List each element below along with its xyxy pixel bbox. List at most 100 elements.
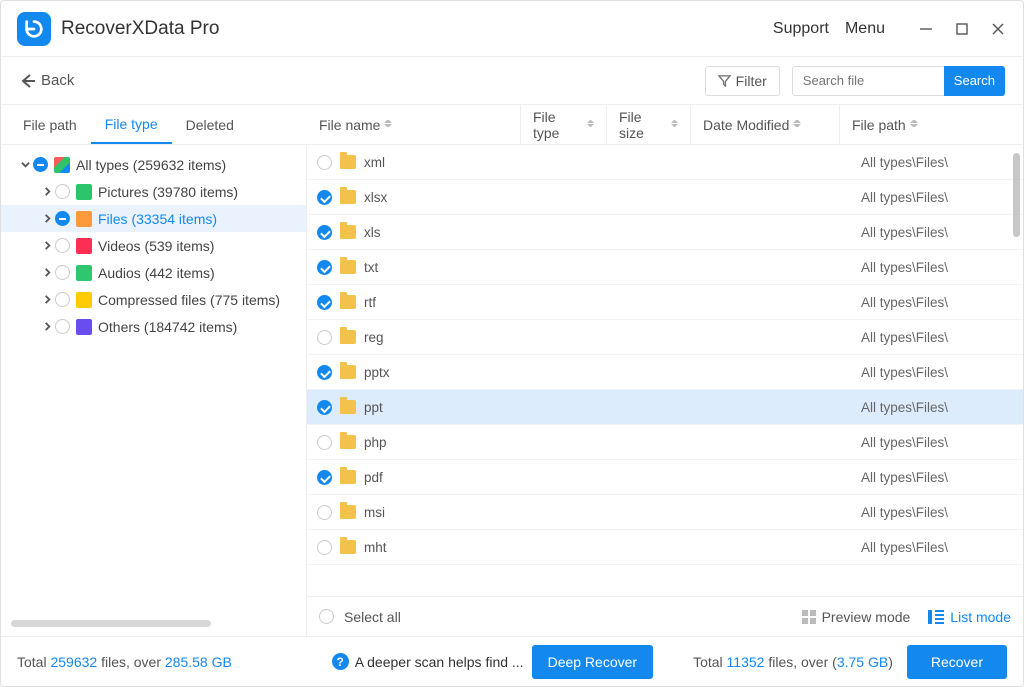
table-row[interactable]: mhtAll types\Files\ xyxy=(307,530,1023,565)
row-path: All types\Files\ xyxy=(861,295,1023,310)
support-link[interactable]: Support xyxy=(773,20,829,38)
table-row[interactable]: pdfAll types\Files\ xyxy=(307,460,1023,495)
select-all-checkbox[interactable] xyxy=(319,609,334,624)
tree-item[interactable]: Others (184742 items) xyxy=(1,313,306,340)
col-file-name[interactable]: File name xyxy=(307,105,520,144)
tree-item-checkbox[interactable] xyxy=(55,292,70,307)
back-arrow-icon xyxy=(19,72,37,90)
col-file-size[interactable]: File size xyxy=(606,105,690,144)
table-row[interactable]: regAll types\Files\ xyxy=(307,320,1023,355)
filter-icon xyxy=(718,74,731,87)
search-input[interactable] xyxy=(792,66,944,96)
sort-icon xyxy=(910,120,918,130)
selected-files-count: 11352 xyxy=(727,654,765,670)
row-checkbox[interactable] xyxy=(317,365,332,380)
minimize-icon[interactable] xyxy=(915,18,937,40)
row-path: All types\Files\ xyxy=(861,225,1023,240)
sort-icon xyxy=(671,120,678,130)
maximize-icon[interactable] xyxy=(951,18,973,40)
row-checkbox[interactable] xyxy=(317,505,332,520)
filter-label: Filter xyxy=(736,73,767,89)
row-checkbox[interactable] xyxy=(317,540,332,555)
row-path: All types\Files\ xyxy=(861,330,1023,345)
row-checkbox[interactable] xyxy=(317,400,332,415)
category-icon xyxy=(76,319,92,335)
deep-recover-button[interactable]: Deep Recover xyxy=(532,645,654,679)
table-row[interactable]: xlsxAll types\Files\ xyxy=(307,180,1023,215)
row-name: rtf xyxy=(364,295,542,310)
row-checkbox[interactable] xyxy=(317,155,332,170)
preview-mode-button[interactable]: Preview mode xyxy=(802,609,911,625)
row-name: pptx xyxy=(364,365,542,380)
category-icon xyxy=(76,292,92,308)
chevron-down-icon xyxy=(19,159,31,171)
row-checkbox[interactable] xyxy=(317,190,332,205)
tree-root[interactable]: All types (259632 items) xyxy=(1,151,306,178)
row-checkbox[interactable] xyxy=(317,470,332,485)
recover-button[interactable]: Recover xyxy=(907,645,1007,679)
help-icon[interactable]: ? xyxy=(332,653,349,670)
select-all-label: Select all xyxy=(344,609,401,625)
table-row[interactable]: phpAll types\Files\ xyxy=(307,425,1023,460)
table-row[interactable]: xls All types\Files\ xyxy=(307,215,1023,250)
tree-item[interactable]: Files (33354 items) xyxy=(1,205,306,232)
tree-item[interactable]: Compressed files (775 items) xyxy=(1,286,306,313)
folder-icon xyxy=(340,540,356,554)
row-name: mht xyxy=(364,540,542,555)
total-files-count: 259632 xyxy=(50,654,97,670)
row-name: xlsx xyxy=(364,190,542,205)
col-file-path[interactable]: File path xyxy=(839,105,1023,144)
row-checkbox[interactable] xyxy=(317,295,332,310)
list-mode-button[interactable]: List mode xyxy=(928,609,1011,625)
tree-item[interactable]: Pictures (39780 items) xyxy=(1,178,306,205)
row-path: All types\Files\ xyxy=(861,400,1023,415)
col-file-type[interactable]: File type xyxy=(520,105,606,144)
tab-file-type[interactable]: File type xyxy=(91,105,172,144)
table-row[interactable]: rtf All types\Files\ xyxy=(307,285,1023,320)
footer-right: Total 11352 files, over (3.75 GB) xyxy=(693,654,893,670)
tree-item-checkbox[interactable] xyxy=(55,238,70,253)
back-button[interactable]: Back xyxy=(19,72,74,90)
table-row[interactable]: pptAll types\Files\ xyxy=(307,390,1023,425)
folder-icon xyxy=(340,470,356,484)
search-wrap: Search xyxy=(792,66,1005,96)
tab-deleted[interactable]: Deleted xyxy=(172,105,248,144)
tree-item-checkbox[interactable] xyxy=(55,265,70,280)
close-icon[interactable] xyxy=(987,18,1009,40)
column-headers: File name File type File size Date Modif… xyxy=(307,105,1023,144)
folder-icon xyxy=(340,155,356,169)
search-button[interactable]: Search xyxy=(944,66,1005,96)
tab-file-path[interactable]: File path xyxy=(9,105,91,144)
tree-item[interactable]: Audios (442 items) xyxy=(1,259,306,286)
folder-icon xyxy=(340,365,356,379)
tree-item-checkbox[interactable] xyxy=(55,184,70,199)
sidebar-h-scrollbar[interactable] xyxy=(11,620,296,630)
tree-check-partial[interactable] xyxy=(33,157,48,172)
row-name: php xyxy=(364,435,542,450)
left-tabs: File path File type Deleted xyxy=(1,105,307,144)
category-icon xyxy=(76,211,92,227)
row-path: All types\Files\ xyxy=(861,470,1023,485)
row-checkbox[interactable] xyxy=(317,435,332,450)
table-row[interactable]: txtAll types\Files\ xyxy=(307,250,1023,285)
tree-item[interactable]: Videos (539 items) xyxy=(1,232,306,259)
tree-item-checkbox[interactable] xyxy=(55,211,70,226)
header-row: File path File type Deleted File name Fi… xyxy=(1,105,1023,145)
table-row[interactable]: msiAll types\Files\ xyxy=(307,495,1023,530)
list-v-scrollbar[interactable] xyxy=(1013,153,1020,237)
chevron-right-icon xyxy=(41,213,53,225)
row-name: xls xyxy=(364,225,542,240)
folder-icon xyxy=(340,260,356,274)
list-icon xyxy=(928,610,944,624)
row-checkbox[interactable] xyxy=(317,225,332,240)
row-checkbox[interactable] xyxy=(317,260,332,275)
row-checkbox[interactable] xyxy=(317,330,332,345)
menu-link[interactable]: Menu xyxy=(845,20,885,38)
sidebar: All types (259632 items) Pictures (39780… xyxy=(1,145,307,636)
col-date-modified[interactable]: Date Modified xyxy=(690,105,839,144)
grid-icon xyxy=(802,610,816,624)
table-row[interactable]: pptxAll types\Files\ xyxy=(307,355,1023,390)
table-row[interactable]: xmlAll types\Files\ xyxy=(307,145,1023,180)
tree-item-checkbox[interactable] xyxy=(55,319,70,334)
filter-button[interactable]: Filter xyxy=(705,66,780,96)
